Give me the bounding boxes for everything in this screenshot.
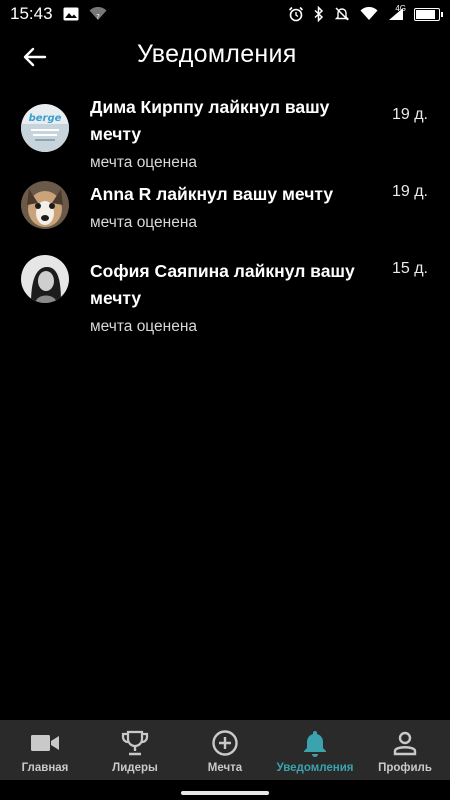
system-nav-strip xyxy=(0,780,450,800)
notification-age: 19 д. xyxy=(391,106,428,123)
alarm-clock-icon xyxy=(288,6,304,22)
notification-item[interactable]: berge Дима Кирппу лайкнул вашу мечту меч… xyxy=(0,86,450,172)
nav-label: Уведомления xyxy=(276,762,354,774)
nav-label: Главная xyxy=(21,762,69,774)
nav-item-home[interactable]: Главная xyxy=(0,720,90,780)
status-time: 15:43 xyxy=(10,4,53,23)
nav-label: Профиль xyxy=(378,762,432,774)
svg-text:?: ? xyxy=(96,13,100,21)
nav-item-dream[interactable]: Мечта xyxy=(180,720,270,780)
notification-item[interactable]: София Саяпина лайкнул вашу мечту мечта о… xyxy=(0,241,450,335)
home-indicator[interactable] xyxy=(181,791,269,795)
notification-subtitle: мечта оценена xyxy=(90,214,197,231)
status-bar-left: 15:43 ? xyxy=(10,4,107,24)
page-title: Уведомления xyxy=(137,40,297,68)
avatar: berge xyxy=(21,104,69,152)
bluetooth-icon xyxy=(314,6,324,22)
nav-item-profile[interactable]: Профиль xyxy=(360,720,450,780)
app-header: Уведомления xyxy=(0,28,450,86)
trophy-icon xyxy=(121,730,149,756)
avatar xyxy=(21,255,69,303)
status-bar: 15:43 ? 4G xyxy=(0,0,450,28)
avatar-logo-text: berge xyxy=(29,113,62,124)
status-bar-right: 4G xyxy=(288,4,443,22)
notification-title: Дима Кирппу лайкнул вашу мечту xyxy=(90,97,330,144)
nav-label: Лидеры xyxy=(112,762,158,774)
nav-item-notifications[interactable]: Уведомления xyxy=(270,720,360,780)
network-type-label: 4G xyxy=(395,4,406,13)
back-button[interactable] xyxy=(18,42,52,72)
arrow-back-icon xyxy=(23,47,47,67)
notification-list: berge Дима Кирппу лайкнул вашу мечту меч… xyxy=(0,86,450,335)
nav-label: Мечта xyxy=(207,762,243,774)
bottom-navigation: Главная Лидеры Мечта Уведомления Профиль xyxy=(0,720,450,780)
battery-icon xyxy=(414,7,443,21)
notification-title: Anna R лайкнул вашу мечту xyxy=(90,184,334,204)
notification-title: София Саяпина лайкнул вашу мечту xyxy=(90,261,355,308)
notification-subtitle: мечта оценена xyxy=(90,318,197,335)
image-notification-icon xyxy=(63,7,79,21)
cellular-signal-icon: 4G xyxy=(388,4,406,21)
notification-age: 19 д. xyxy=(391,183,428,200)
notification-item[interactable]: Anna R лайкнул вашу мечту мечта оценена … xyxy=(0,172,450,241)
avatar xyxy=(21,181,69,229)
video-camera-icon xyxy=(30,730,60,756)
bell-icon xyxy=(302,730,328,757)
wifi-question-icon: ? xyxy=(89,7,107,21)
notification-age: 15 д. xyxy=(391,260,428,277)
nav-item-leaders[interactable]: Лидеры xyxy=(90,720,180,780)
wifi-icon xyxy=(360,7,378,21)
add-circle-icon xyxy=(211,730,239,756)
muted-bell-icon xyxy=(334,6,350,22)
person-icon xyxy=(392,730,418,756)
